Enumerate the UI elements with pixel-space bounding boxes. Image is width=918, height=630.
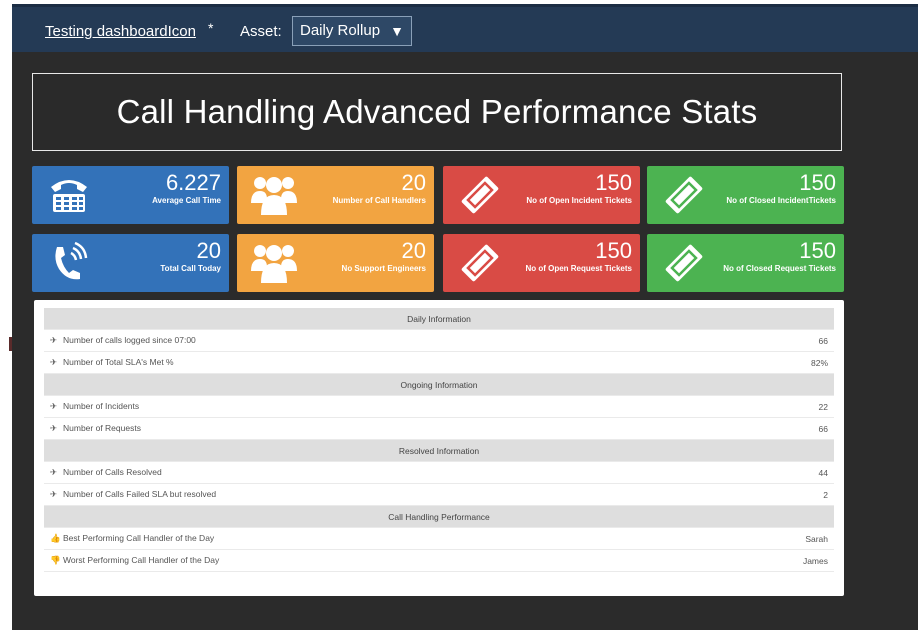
tile-label: No of Closed Request Tickets — [723, 264, 836, 273]
section-header-ongoing: Ongoing Information — [44, 373, 834, 396]
tile-value: 150 — [595, 238, 632, 263]
ticket-icon — [455, 172, 505, 218]
info-table: Daily Information ✈ Number of calls logge… — [44, 308, 834, 572]
row-label: Worst Performing Call Handler of the Day — [63, 555, 220, 565]
row-value: 2 — [742, 483, 834, 506]
section-heading: Resolved Information — [44, 439, 834, 462]
row-value: 66 — [742, 329, 834, 352]
tile-call-handlers[interactable]: 20 Number of Call Handlers — [237, 166, 434, 224]
section-heading: Daily Information — [44, 308, 834, 330]
tile-label: Average Call Time — [152, 196, 221, 205]
asset-selected-value: Daily Rollup — [300, 22, 381, 39]
row-value: 82% — [742, 351, 834, 374]
tile-closed-incident-tickets[interactable]: 150 No of Closed IncidentTickets — [647, 166, 844, 224]
row-label: Best Performing Call Handler of the Day — [63, 533, 215, 543]
users-icon — [249, 172, 299, 218]
row-label: Number of Incidents — [63, 401, 140, 411]
ticket-icon — [659, 240, 709, 286]
phone-ringing-icon — [44, 240, 94, 286]
dashboard-title-link[interactable]: Testing dashboardIcon — [45, 23, 196, 40]
table-row: 👍 Best Performing Call Handler of the Day… — [44, 527, 834, 550]
tile-average-call-time[interactable]: 6.227 Average Call Time — [32, 166, 229, 224]
thumbs-up-icon: 👍 — [50, 533, 61, 543]
page-title: Call Handling Advanced Performance Stats — [116, 93, 758, 130]
dashboard-frame: Testing dashboardIcon * Asset: Daily Rol… — [12, 4, 918, 630]
tile-value: 150 — [595, 170, 632, 195]
tile-label: No of Closed IncidentTickets — [726, 196, 836, 205]
row-value: Sarah — [742, 527, 834, 550]
tile-label: Number of Call Handlers — [332, 196, 426, 205]
row-value: James — [742, 549, 834, 572]
info-panel: Daily Information ✈ Number of calls logge… — [34, 300, 844, 596]
asset-dropdown[interactable]: Daily Rollup ▼ — [292, 16, 412, 46]
tile-value: 150 — [799, 238, 836, 263]
section-heading: Ongoing Information — [44, 373, 834, 396]
row-label: Number of calls logged since 07:00 — [63, 335, 196, 345]
tile-value: 6.227 — [165, 170, 221, 195]
top-toolbar: Testing dashboardIcon * Asset: Daily Rol… — [12, 4, 918, 52]
tile-value: 20 — [196, 238, 221, 263]
table-row: ✈ Number of Calls Resolved 44 — [44, 461, 834, 484]
tile-open-request-tickets[interactable]: 150 No of Open Request Tickets — [443, 234, 640, 292]
table-row: ✈ Number of Incidents 22 — [44, 395, 834, 418]
row-value: 44 — [742, 461, 834, 484]
ticket-icon: ✈ — [50, 357, 58, 367]
ticket-icon — [455, 240, 505, 286]
tile-open-incident-tickets[interactable]: 150 No of Open Incident Tickets — [443, 166, 640, 224]
ticket-icon: ✈ — [50, 467, 58, 477]
tile-value: 20 — [401, 170, 426, 195]
tile-closed-request-tickets[interactable]: 150 No of Closed Request Tickets — [647, 234, 844, 292]
ticket-icon: ✈ — [50, 335, 58, 345]
chevron-down-icon: ▼ — [390, 23, 404, 39]
section-header-daily: Daily Information — [44, 308, 834, 330]
ticket-icon: ✈ — [50, 401, 58, 411]
tile-total-call-today[interactable]: 20 Total Call Today — [32, 234, 229, 292]
row-label: Number of Calls Failed SLA but resolved — [63, 489, 217, 499]
section-header-resolved: Resolved Information — [44, 439, 834, 462]
tile-label: No of Open Incident Tickets — [526, 196, 632, 205]
row-label: Number of Calls Resolved — [63, 467, 162, 477]
tile-label: No of Open Request Tickets — [525, 264, 632, 273]
users-icon — [249, 240, 299, 286]
title-banner: Call Handling Advanced Performance Stats — [32, 73, 842, 151]
table-row: ✈ Number of calls logged since 07:00 66 — [44, 329, 834, 352]
tile-label: Total Call Today — [160, 264, 221, 273]
section-heading: Call Handling Performance — [44, 505, 834, 528]
thumbs-down-icon: 👎 — [50, 555, 61, 565]
row-label: Number of Total SLA's Met % — [63, 357, 174, 367]
asset-label: Asset: — [240, 23, 282, 40]
unsaved-marker: * — [208, 20, 214, 36]
ticket-icon: ✈ — [50, 423, 58, 433]
table-row: ✈ Number of Calls Failed SLA but resolved… — [44, 483, 834, 506]
section-header-performance: Call Handling Performance — [44, 505, 834, 528]
telephone-icon — [44, 172, 94, 218]
row-value: 22 — [742, 395, 834, 418]
tile-label: No Support Engineers — [341, 264, 426, 273]
ticket-icon: ✈ — [50, 489, 58, 499]
tile-support-engineers[interactable]: 20 No Support Engineers — [237, 234, 434, 292]
window-edge-marker — [9, 337, 12, 351]
table-row: 👎 Worst Performing Call Handler of the Da… — [44, 549, 834, 572]
row-value: 66 — [742, 417, 834, 440]
tile-value: 150 — [799, 170, 836, 195]
ticket-icon — [659, 172, 709, 218]
table-row: ✈ Number of Total SLA's Met % 82% — [44, 351, 834, 374]
table-row: ✈ Number of Requests 66 — [44, 417, 834, 440]
row-label: Number of Requests — [63, 423, 141, 433]
tile-value: 20 — [401, 238, 426, 263]
